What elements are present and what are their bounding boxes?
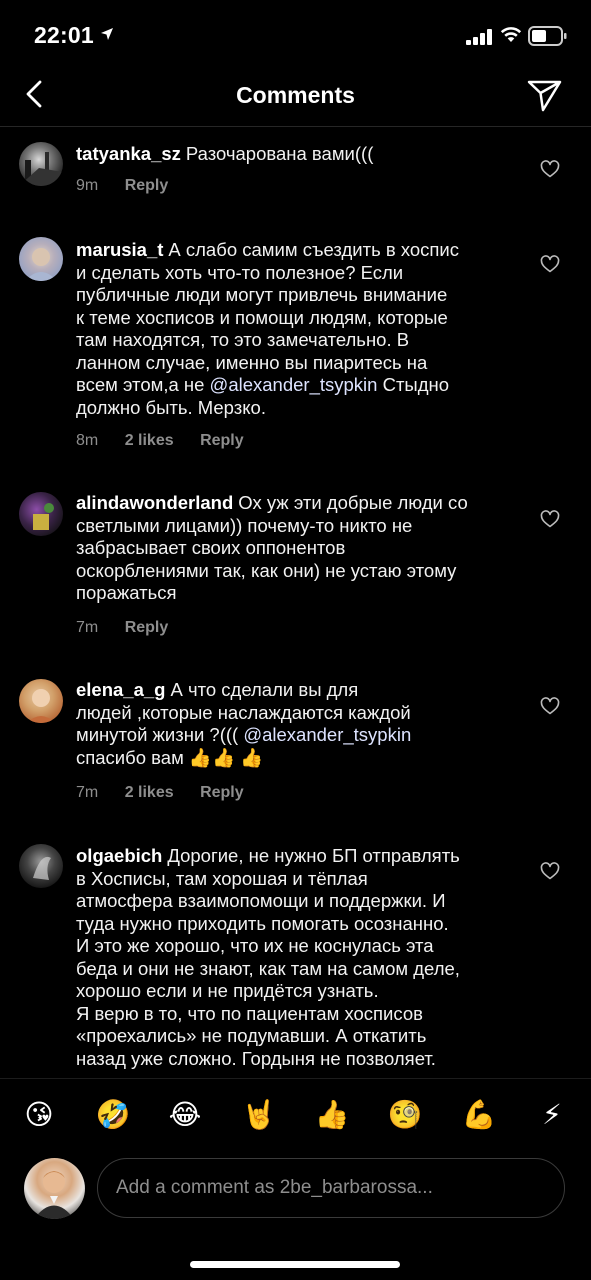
like-heart-icon[interactable] [540,862,560,880]
comments-header: Comments [0,70,591,127]
comment-line: ланном случае, именно вы пиаритесь на [76,351,428,373]
comment-time: 9m [76,177,99,194]
comment-line: светлыми лицами)) почему-то никто не [76,514,413,536]
comment-input[interactable] [97,1158,565,1218]
comment-item: elena_a_g А что сделали вы для людей ,кот… [0,657,591,837]
comment-body: А слабо самим съездить в хоспис [168,239,459,260]
like-heart-icon[interactable] [540,697,560,715]
comment-body: Ох уж эти добрые люди со [238,492,468,513]
comment-username[interactable]: elena_a_g [76,679,165,700]
location-arrow-icon [101,28,113,40]
emoji-rofl-button[interactable]: 🤣 [95,1097,131,1133]
reply-button[interactable]: Reply [200,432,244,449]
comment-item: alindawonderland Ох уж эти добрые люди со… [0,472,591,657]
comment-body: Разочарована вами((( [185,143,374,164]
comment-meta: 7m 2 likes Reply [76,784,266,802]
wifi-icon [500,27,522,42]
status-time: 22:01 [34,22,94,48]
likes-count[interactable]: 2 likes [125,784,174,801]
comment-time: 7m [76,784,99,801]
comment-line: к теме хосписов и помощи людям, которые [76,306,448,328]
avatar[interactable] [19,492,63,536]
comment-line: должно быть. Мерзко. [76,396,266,418]
comment-time: 7m [76,619,99,636]
comment-line: забрасывает своих оппонентов [76,537,346,558]
emoji-rock-button[interactable]: 🤘 [241,1097,277,1133]
comment-line: людей ,которые наслаждаются каждой [76,701,411,723]
comment-meta: 9m Reply [76,177,190,195]
comment-username[interactable]: alindawonderland [76,492,233,513]
likes-count[interactable]: 2 likes [125,432,174,449]
comment-line: оскорблениями так, как они) не устаю это… [76,559,457,581]
comment-item: tatyanka_sz Разочарована вами((( 9m Reply [0,127,591,217]
reply-button[interactable]: Reply [125,177,169,194]
reply-button[interactable]: Reply [125,619,169,636]
comment-meta: 8m 2 likes Reply [76,432,266,450]
comment-username[interactable]: tatyanka_sz [76,143,181,164]
comment-line: в Хосписы, там хорошая и тёплая [76,867,368,889]
comment-line: И это же хорошо, что их не коснулась эта [76,935,434,956]
avatar[interactable] [19,679,63,723]
comments-list: tatyanka_sz Разочарована вами((( 9m Reply… [0,127,591,1073]
avatar[interactable] [19,142,63,186]
avatar[interactable] [19,237,63,281]
comment-line: там находятся, то это замечательно. В [76,329,410,350]
comment-line: и сделать хоть что-то полезное? Если [76,261,404,283]
comment-line: атмосфера взаимопомощи и поддержки. И [76,890,446,911]
comment-line: беда и они не знают, как там на самом де… [76,957,460,979]
comment-line: хорошо если и не придётся узнать. [76,980,379,1001]
avatar [24,1158,85,1219]
comment-text: alindawonderland Ох уж эти добрые люди со… [76,492,516,605]
comment-item: olgaebich Дорогие, не нужно БП отправлять… [0,837,591,1073]
user-mention[interactable]: @alexander_tsypkin [210,374,378,395]
cellular-signal-icon [466,28,494,45]
comment-line: спасибо вам 👍👍 👍 [76,746,264,768]
comment-line: назад уже сложно. Гордыня не позволяет. [76,1047,436,1069]
like-heart-icon[interactable] [540,510,560,528]
quick-emoji-bar: 😘 🤣 😂 🤘 👍 🧐 💪 ⚡ [0,1078,591,1149]
comment-text: elena_a_g А что сделали вы для людей ,кот… [76,679,516,769]
like-heart-icon[interactable] [540,255,560,273]
comment-text: olgaebich Дорогие, не нужно БП отправлять… [76,845,516,1070]
comment-line: Я верю в то, что по пациентам хосписов [76,1002,423,1024]
comment-line: «проехались» не подумавши. А откатить [76,1025,427,1046]
comment-time: 8m [76,432,99,449]
home-indicator [190,1261,400,1268]
battery-icon [528,26,567,46]
comment-item: marusia_t А слабо самим съездить в хоспис… [0,217,591,472]
comment-line: всем этом,а не @alexander_tsypkin Стыдно [76,374,450,395]
direct-share-icon[interactable] [527,78,563,112]
comment-username[interactable]: marusia_t [76,239,163,260]
avatar[interactable] [19,844,63,888]
user-mention[interactable]: @alexander_tsypkin [243,724,411,745]
emoji-lightning-button[interactable]: ⚡ [534,1097,570,1133]
emoji-kiss-button[interactable]: 😘 [21,1097,57,1133]
page-title: Comments [236,82,355,108]
comment-line: поражаться [76,582,177,603]
comment-meta: 7m Reply [76,619,190,637]
emoji-muscle-button[interactable]: 💪 [461,1097,497,1133]
comment-text: marusia_t А слабо самим съездить в хоспис… [76,239,516,419]
reply-button[interactable]: Reply [200,784,244,801]
emoji-thumbs-up-button[interactable]: 👍 [314,1097,350,1133]
comment-composer [0,1150,591,1230]
comment-body: Дорогие, не нужно БП отправлять [167,845,460,866]
comment-text: tatyanka_sz Разочарована вами((( [76,143,516,166]
comment-line: туда нужно приходить помогать осознанно. [76,912,449,934]
comment-username[interactable]: olgaebich [76,845,162,866]
comment-line: минутой жизни ?((( @alexander_tsypkin [76,724,412,745]
emoji-monocle-button[interactable]: 🧐 [387,1097,423,1133]
like-heart-icon[interactable] [540,160,560,178]
comment-line: публичные люди могут привлечь внимание [76,284,448,305]
status-bar: 22:01 [0,0,591,70]
comment-body: А что сделали вы для [170,679,359,700]
emoji-joy-button[interactable]: 😂 [167,1097,203,1133]
